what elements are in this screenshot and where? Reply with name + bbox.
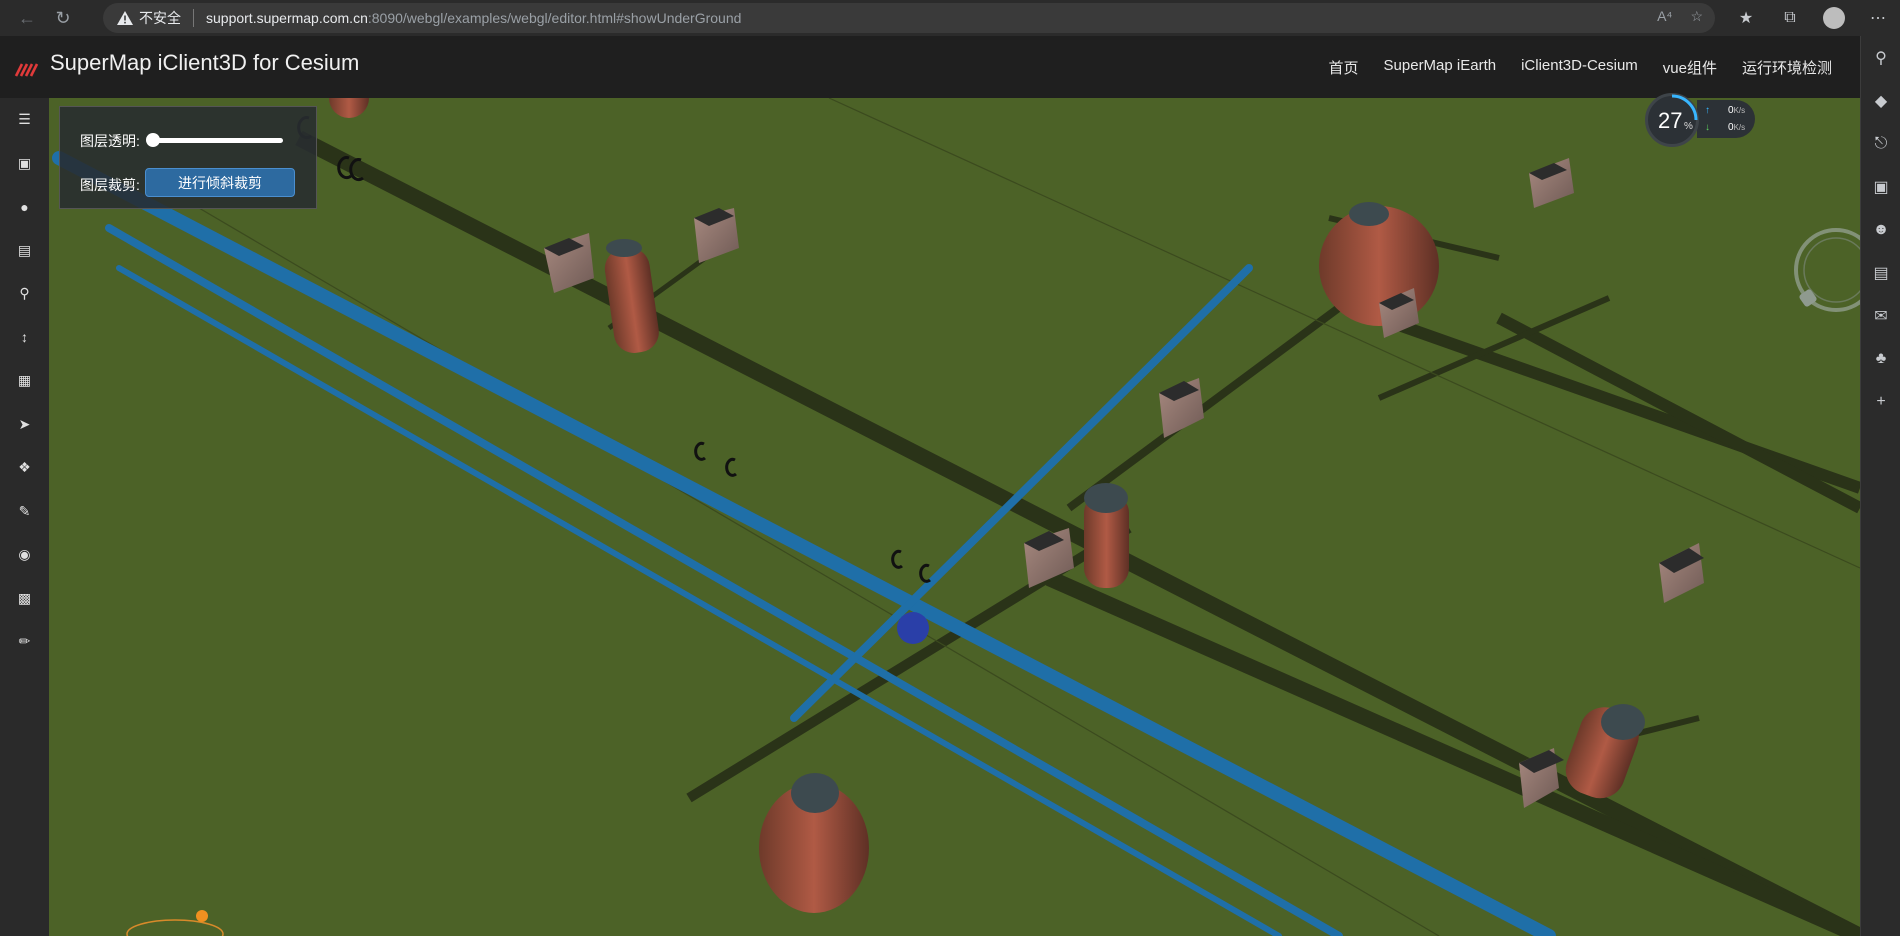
- search-icon[interactable]: ⚲: [1861, 36, 1900, 79]
- browser-toolbar: ← ↻ 不安全 support.supermap.com.cn:8090/web…: [0, 0, 1900, 36]
- search-icon[interactable]: ⚲: [0, 272, 49, 316]
- opacity-label: 图层透明:: [80, 133, 140, 149]
- avatar: [1823, 7, 1845, 29]
- usage-gauge: 27 %: [1645, 93, 1699, 147]
- office-icon[interactable]: ▤: [1861, 251, 1900, 294]
- opacity-slider-track[interactable]: [148, 138, 283, 143]
- eye-icon[interactable]: ◉: [0, 533, 49, 577]
- oblique-clip-button[interactable]: 进行倾斜裁剪: [145, 168, 295, 197]
- bank-icon[interactable]: ▤: [0, 229, 49, 273]
- back-icon[interactable]: ←: [9, 0, 45, 36]
- nav-iearth[interactable]: SuperMap iEarth: [1384, 57, 1497, 78]
- security-label: 不安全: [139, 10, 181, 26]
- warning-icon: [117, 11, 133, 25]
- people-icon[interactable]: ☻: [1861, 208, 1900, 251]
- edge-sidebar: ⚲ ◆ ⎋ ▣ ☻ ▤ ✉ ♣ +: [1860, 36, 1900, 936]
- tool-sidebar: ☰ ▣ ● ▤ ⚲ ↕ ▦ ➤ ❖ ✎ ◉ ▩ ✏: [0, 98, 49, 936]
- nav-iclient3d[interactable]: iClient3D-Cesium: [1521, 57, 1638, 78]
- clip-label: 图层裁剪:: [80, 177, 140, 193]
- tag-icon[interactable]: ⎋: [1861, 122, 1900, 165]
- add-favorite-icon[interactable]: ☆: [1690, 8, 1703, 25]
- scene-icon[interactable]: ▣: [0, 142, 49, 186]
- url-host: support.supermap.com.cn: [206, 10, 368, 26]
- globe-icon[interactable]: ●: [0, 185, 49, 229]
- underground-scene: [52, 98, 1860, 936]
- favorites-icon[interactable]: ★: [1724, 0, 1768, 36]
- refresh-icon[interactable]: ↻: [45, 0, 81, 36]
- opacity-slider-thumb[interactable]: [146, 133, 160, 147]
- usage-value: 27: [1658, 108, 1683, 133]
- download-arrow-icon: ↓: [1705, 122, 1710, 133]
- performance-widget: ↑ 0K/s ↓ 0K/s 27 %: [1645, 93, 1760, 147]
- toolbox-icon[interactable]: ▣: [1861, 165, 1900, 208]
- upload-arrow-icon: ↑: [1705, 105, 1710, 116]
- app-header: SuperMap iClient3D for Cesium 首页 SuperMa…: [0, 36, 1860, 98]
- read-aloud-icon[interactable]: A⁴: [1657, 8, 1672, 25]
- box-icon[interactable]: ▩: [0, 577, 49, 621]
- map-icon[interactable]: ▦: [0, 359, 49, 403]
- cubes-icon[interactable]: ❖: [0, 446, 49, 490]
- more-icon[interactable]: ⋯: [1856, 0, 1900, 36]
- profile-avatar[interactable]: [1812, 0, 1856, 36]
- nav-home[interactable]: 首页: [1329, 57, 1359, 78]
- supermap-logo: [14, 63, 39, 77]
- address-bar[interactable]: 不安全 support.supermap.com.cn:8090/webgl/e…: [103, 3, 1715, 33]
- add-icon[interactable]: +: [1861, 380, 1900, 423]
- top-navigation: 首页 SuperMap iEarth iClient3D-Cesium vue组…: [1304, 57, 1860, 78]
- edit-icon[interactable]: ✎: [0, 490, 49, 534]
- pencil-icon[interactable]: ✏: [0, 620, 49, 664]
- send-icon[interactable]: ➤: [0, 403, 49, 447]
- download-rate: ↓ 0K/s: [1705, 122, 1746, 133]
- app-title: SuperMap iClient3D for Cesium: [50, 50, 360, 75]
- nav-env-check[interactable]: 运行环境检测: [1742, 57, 1832, 78]
- shapes-icon[interactable]: ◆: [1861, 79, 1900, 122]
- url-path: :8090/webgl/examples/webgl/editor.html#s…: [367, 10, 742, 26]
- compass-widget[interactable]: [1791, 225, 1860, 315]
- address-divider: [193, 9, 194, 27]
- layer-control-panel: 图层透明: 图层裁剪: 进行倾斜裁剪: [59, 106, 317, 209]
- network-rate-box: ↑ 0K/s ↓ 0K/s: [1697, 100, 1755, 138]
- measure-height-icon[interactable]: ↕: [0, 316, 49, 360]
- 3d-viewport[interactable]: [49, 98, 1860, 936]
- tree-icon[interactable]: ♣: [1861, 337, 1900, 380]
- usage-unit: %: [1684, 121, 1693, 132]
- nav-vue[interactable]: vue组件: [1663, 57, 1717, 78]
- outlook-icon[interactable]: ✉: [1861, 294, 1900, 337]
- upload-rate: ↑ 0K/s: [1705, 105, 1746, 116]
- collections-icon[interactable]: ⧉: [1768, 0, 1812, 36]
- layers-icon[interactable]: ☰: [0, 98, 49, 142]
